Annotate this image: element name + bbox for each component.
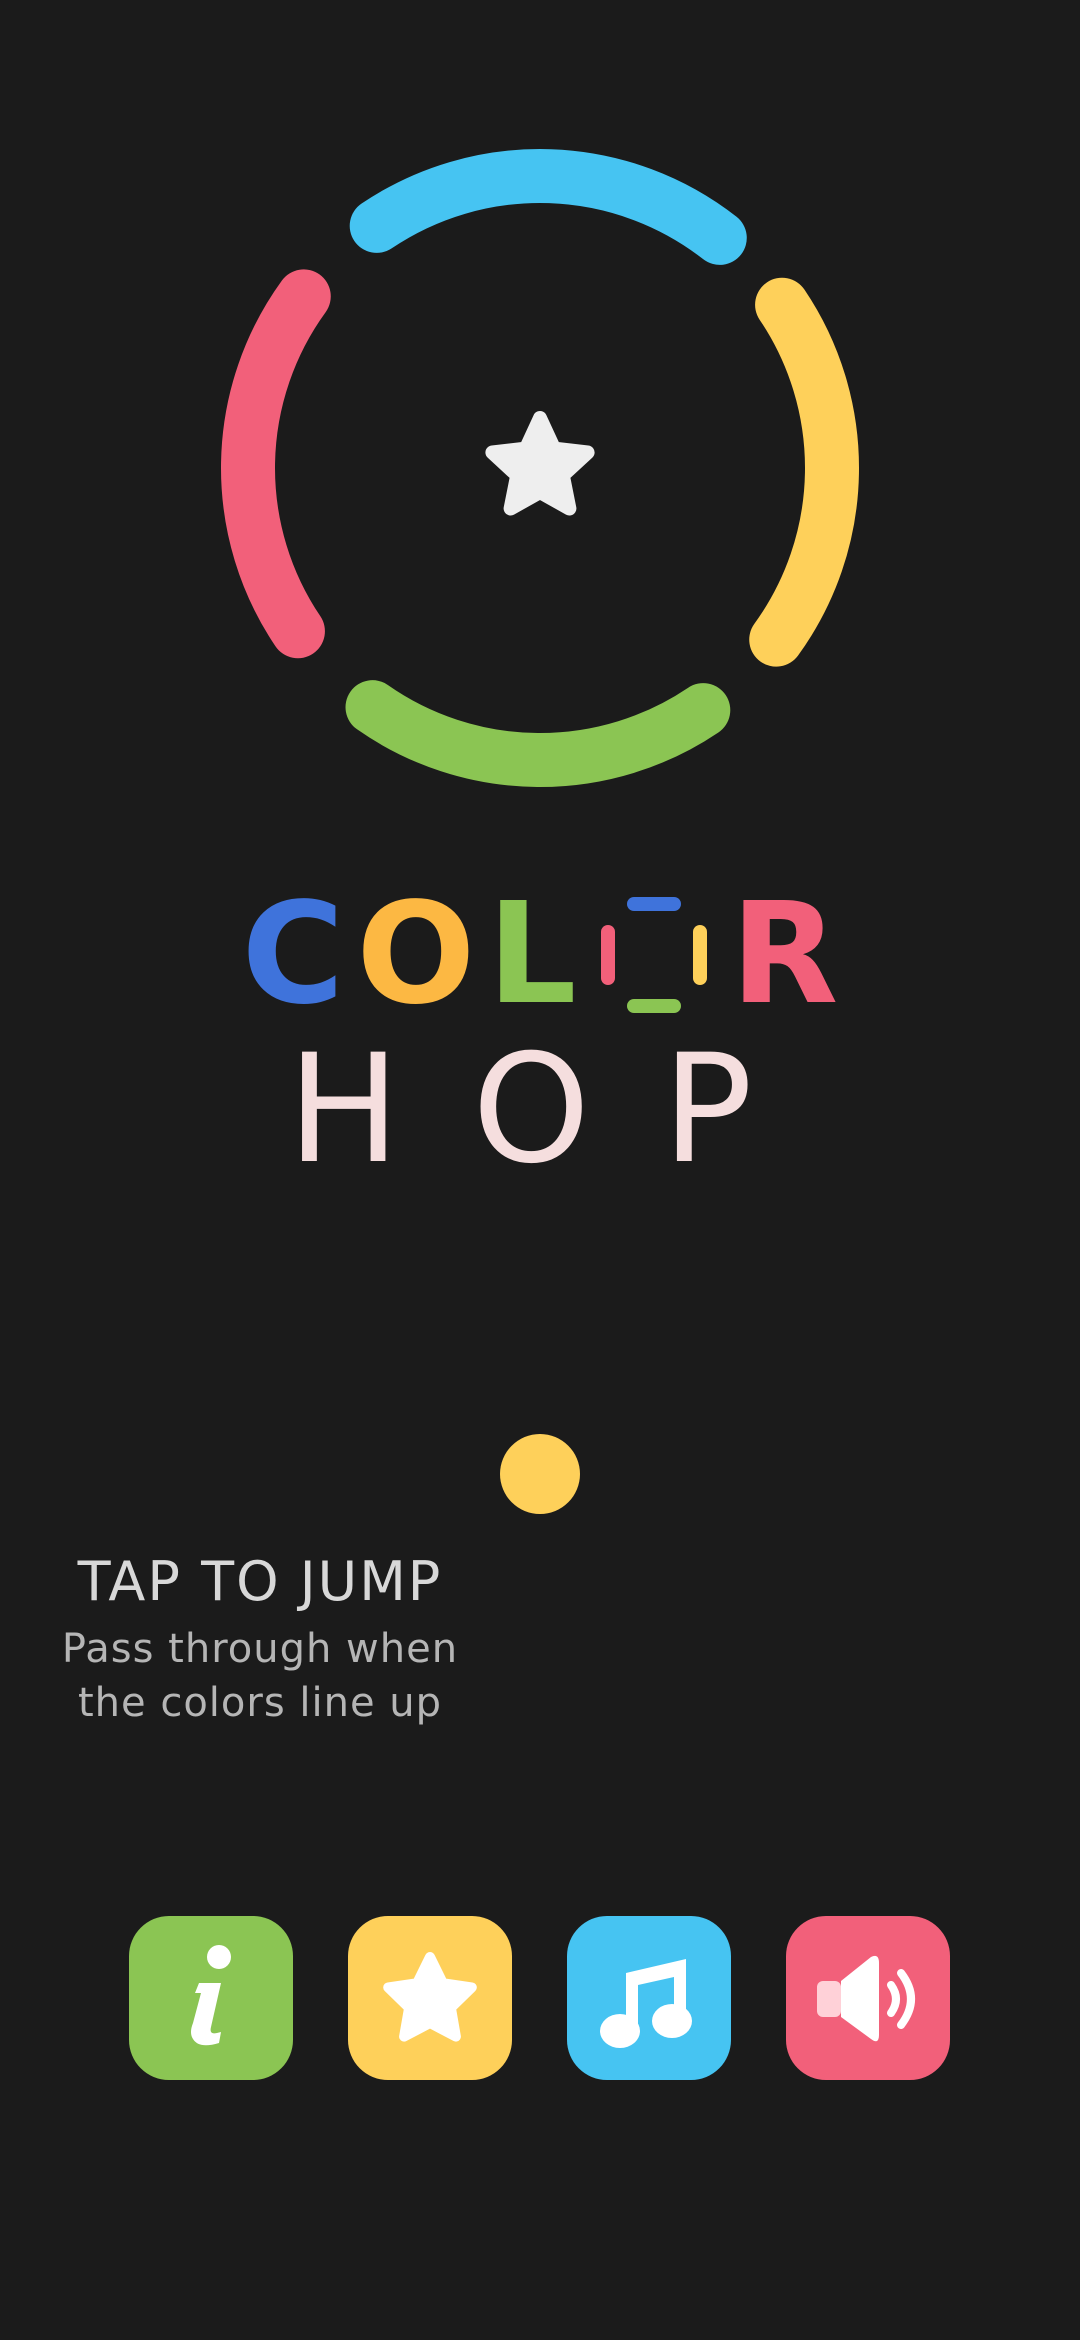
info-icon <box>191 1945 231 2046</box>
title-letter-h: H <box>287 1023 441 1197</box>
title-square-o-icon <box>599 895 709 1015</box>
music-button[interactable] <box>567 1916 731 2080</box>
player-ball <box>500 1434 580 1514</box>
ring-segment-top <box>349 149 747 265</box>
title-letter-o: O <box>356 873 476 1036</box>
ring-segment-left <box>221 269 331 659</box>
music-note-icon <box>600 1959 692 2048</box>
ring-segment-bottom <box>345 680 731 787</box>
title-letter-o2: O <box>472 1023 631 1197</box>
game-title-line2: H O P <box>0 1035 1080 1185</box>
hint-title: TAP TO JUMP <box>77 1550 443 1613</box>
star-icon <box>485 411 595 516</box>
hint-line-1: Pass through when <box>61 1626 459 1672</box>
star-icon <box>383 1952 477 2042</box>
rate-button[interactable] <box>348 1916 512 2080</box>
info-button[interactable] <box>129 1916 293 2080</box>
title-letter-c: C <box>241 873 345 1036</box>
sound-button[interactable] <box>786 1916 950 2080</box>
game-title-line1: C O L R <box>0 880 1080 1030</box>
title-letter-l: L <box>487 873 577 1036</box>
speaker-icon <box>817 1955 915 2042</box>
color-ring <box>221 149 859 787</box>
hint-subtitle: Pass through when the colors line up <box>40 1622 480 1730</box>
title-letter-p: P <box>662 1023 793 1197</box>
title-letter-r: R <box>730 873 839 1036</box>
ring-segment-right <box>749 277 859 667</box>
hint-line-2: the colors line up <box>77 1680 443 1726</box>
